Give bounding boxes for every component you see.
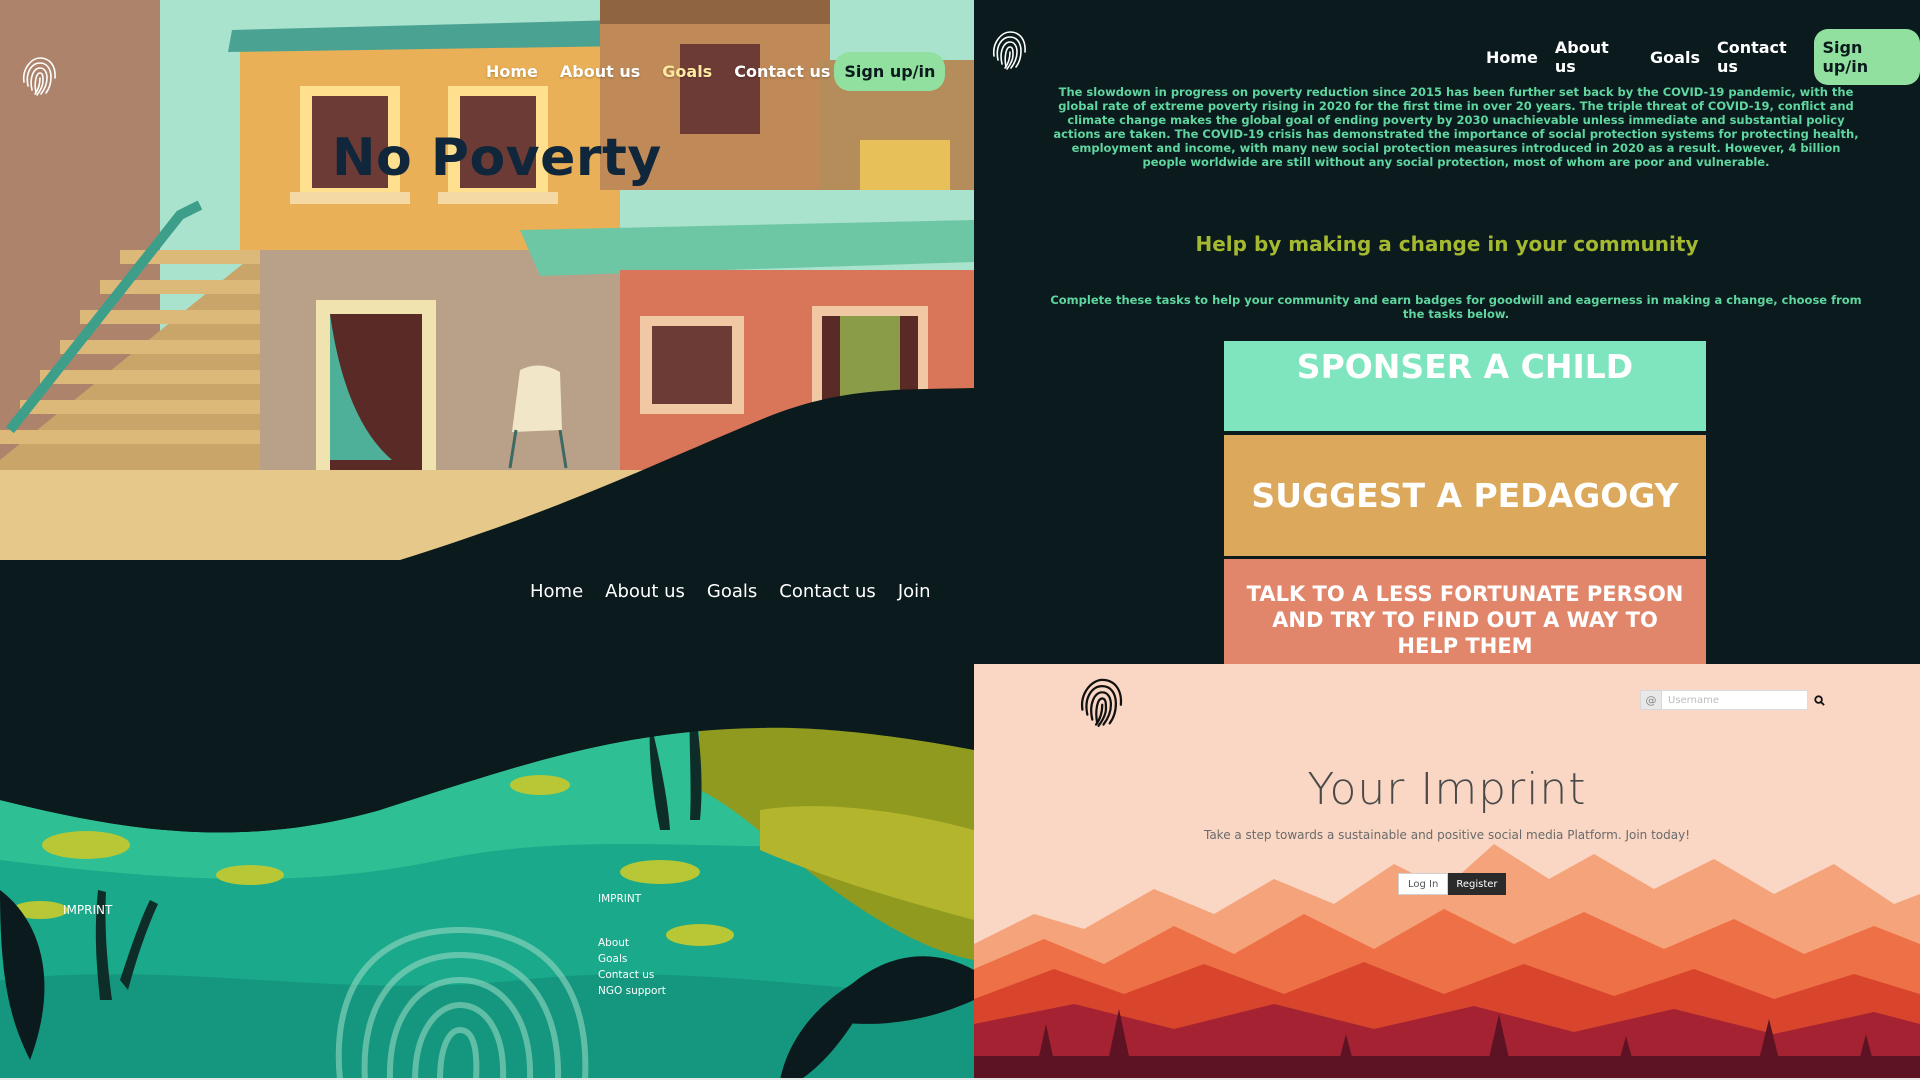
- tasks-nav: Home About us Goals Contact us Sign up/i…: [1486, 29, 1920, 85]
- tasks-intro-text: Complete these tasks to help your commun…: [1050, 293, 1862, 321]
- imprint-links: IMPRINT About Goals Contact us NGO suppo…: [598, 893, 666, 999]
- nav-contact-us[interactable]: Contact us: [779, 581, 876, 602]
- footer-panel: Home About us Goals Contact us Join IMPR…: [0, 560, 974, 1080]
- nav-home[interactable]: Home: [1486, 48, 1538, 67]
- fingerprint-icon[interactable]: [14, 50, 64, 100]
- nav-about-us[interactable]: About us: [560, 62, 640, 81]
- nav-goals[interactable]: Goals: [1650, 48, 1700, 67]
- hero-panel: Home About us Goals Contact us Sign up/i…: [0, 0, 974, 560]
- nav-about-us[interactable]: About us: [1555, 38, 1633, 76]
- footer-nav: Home About us Goals Contact us Join: [530, 581, 953, 602]
- nav-goals[interactable]: Goals: [662, 62, 712, 81]
- nav-goals[interactable]: Goals: [707, 581, 757, 602]
- nav-join[interactable]: Join: [898, 581, 931, 602]
- page-title: No Poverty: [332, 128, 662, 188]
- imprint-heading: IMPRINT: [598, 893, 642, 905]
- nav-contact-us[interactable]: Contact us: [734, 62, 830, 81]
- login-panel: @ Your Imprint Take a step towards a sus…: [974, 664, 1920, 1080]
- nav-home[interactable]: Home: [486, 62, 538, 81]
- imprint-title: Your Imprint: [1307, 764, 1587, 815]
- footer-link-goals[interactable]: Goals: [598, 951, 666, 967]
- login-button[interactable]: Log In: [1398, 873, 1449, 895]
- fingerprint-icon[interactable]: [984, 22, 1034, 76]
- fingerprint-icon[interactable]: [1070, 670, 1132, 732]
- nav-home[interactable]: Home: [530, 581, 583, 602]
- nav-contact-us[interactable]: Contact us: [1717, 38, 1811, 76]
- help-heading: Help by making a change in your communit…: [1195, 232, 1699, 256]
- task-talk-less-fortunate[interactable]: TALK TO A LESS FORTUNATE PERSON AND TRY …: [1224, 559, 1706, 664]
- tasks-panel: Home About us Goals Contact us Sign up/i…: [974, 0, 1920, 664]
- imprint-label: IMPRINT: [63, 903, 113, 917]
- hero-nav: Home About us Goals Contact us Sign up/i…: [486, 52, 946, 91]
- intro-text: The slowdown in progress on poverty redu…: [1053, 85, 1859, 169]
- user-icon: @: [1640, 690, 1662, 710]
- search-icon[interactable]: [1814, 694, 1825, 706]
- pond-illustration: [0, 560, 974, 1080]
- auth-buttons: Log In Register: [1398, 873, 1506, 895]
- search-bar: @: [1640, 690, 1825, 710]
- footer-link-contact-us[interactable]: Contact us: [598, 967, 666, 983]
- task-suggest-pedagogy[interactable]: SUGGEST A PEDAGOGY: [1224, 435, 1706, 556]
- tagline: Take a step towards a sustainable and po…: [1203, 828, 1691, 842]
- signup-button[interactable]: Sign up/in: [1813, 29, 1920, 85]
- task-sponsor-child[interactable]: SPONSER A CHILD: [1224, 341, 1706, 431]
- register-button[interactable]: Register: [1448, 873, 1506, 895]
- nav-about-us[interactable]: About us: [605, 581, 685, 602]
- footer-link-ngo-support[interactable]: NGO support: [598, 983, 666, 999]
- signup-button[interactable]: Sign up/in: [834, 52, 946, 91]
- footer-link-about[interactable]: About: [598, 935, 666, 951]
- username-input[interactable]: [1662, 690, 1808, 710]
